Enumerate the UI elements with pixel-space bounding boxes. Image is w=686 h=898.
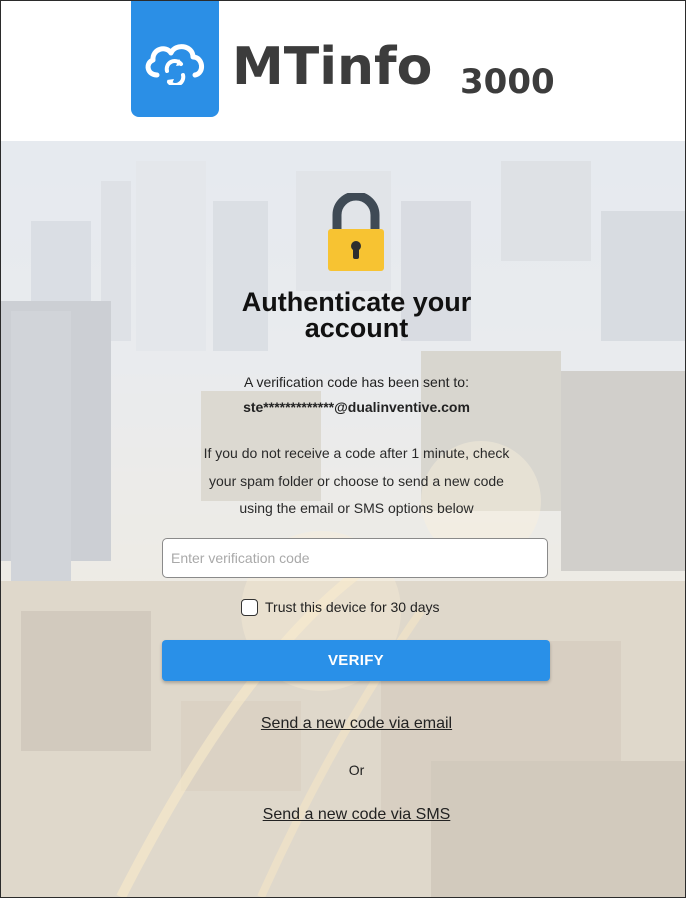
send-code-sms-link[interactable]: Send a new code via SMS [263, 806, 451, 823]
help-text-line-2: your spam folder or choose to send a new… [209, 473, 504, 489]
verify-button[interactable]: VERIFY [162, 640, 550, 681]
auth-panel: Authenticate your account A verification… [1, 141, 685, 897]
brand-number: 3000 [460, 62, 555, 102]
help-text-line-1: If you do not receive a code after 1 min… [203, 445, 510, 461]
header: MTinfo 3000 [1, 1, 685, 141]
brand-name: MTinfo [232, 37, 433, 97]
trust-device-label: Trust this device for 30 days [265, 599, 440, 615]
or-separator: Or [348, 762, 365, 778]
logo-badge [131, 1, 219, 117]
page-title: Authenticate your account [1, 287, 685, 343]
title-line-1: Authenticate your [241, 287, 472, 317]
padlock-icon [328, 193, 384, 271]
verification-code-input[interactable] [162, 538, 548, 578]
cloud-sync-icon [145, 44, 204, 85]
login-frame: MTinfo 3000 Authenticate your account A … [0, 0, 686, 898]
email-link-row: Send a new code via email [1, 715, 685, 733]
trust-device-row[interactable]: Trust this device for 30 days [241, 597, 440, 617]
send-code-email-link[interactable]: Send a new code via email [261, 715, 452, 732]
sms-link-row: Send a new code via SMS [1, 806, 685, 824]
sent-to-label: A verification code has been sent to: [244, 374, 469, 390]
title-line-2: account [304, 313, 409, 343]
help-text-line-3: using the email or SMS options below [239, 500, 474, 516]
trust-device-checkbox[interactable] [241, 598, 258, 616]
masked-email: ste*************@dualinventive.com [243, 399, 470, 415]
